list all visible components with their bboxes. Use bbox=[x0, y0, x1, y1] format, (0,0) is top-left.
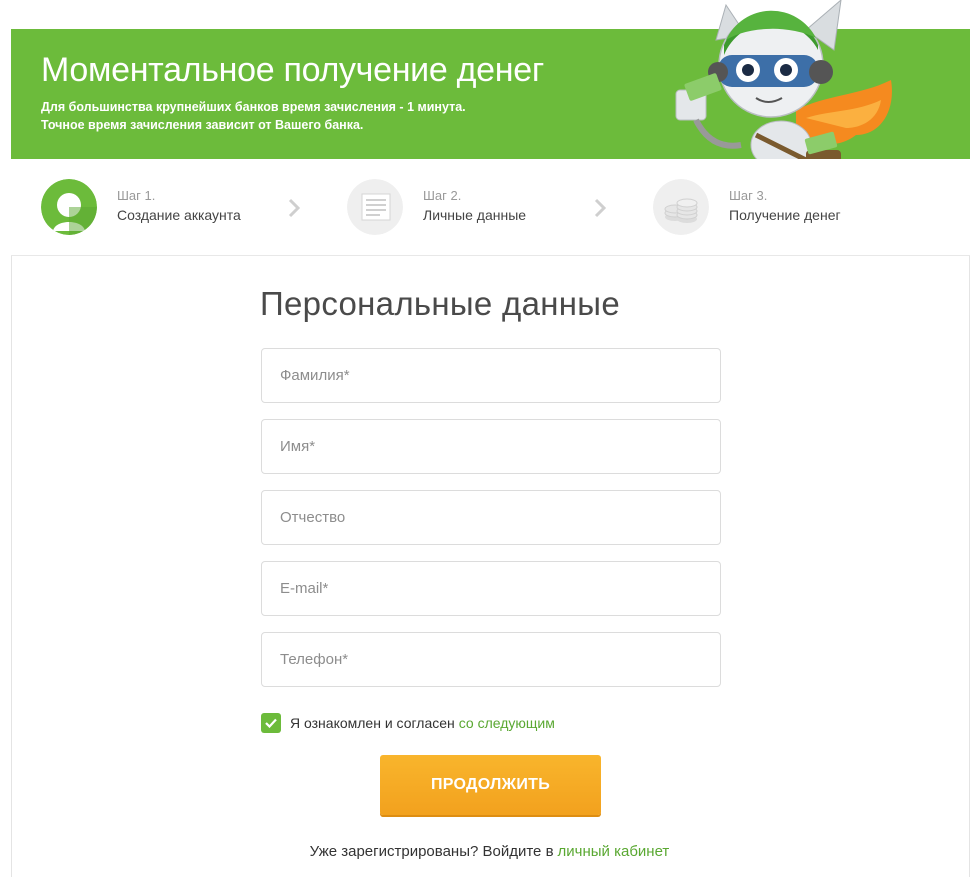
step-text: Шаг 1. Создание аккаунта bbox=[117, 187, 241, 225]
banner-title: Моментальное получение денег bbox=[41, 51, 544, 89]
banner-subtitle: Для большинства крупнейших банков время … bbox=[41, 98, 466, 134]
step-number: Шаг 3. bbox=[729, 188, 768, 203]
personal-account-link[interactable]: личный кабинет bbox=[558, 843, 670, 860]
terms-link[interactable]: со следующим bbox=[459, 715, 555, 731]
email-field[interactable] bbox=[261, 561, 721, 616]
firstname-field[interactable] bbox=[261, 419, 721, 474]
step-text: Шаг 2. Личные данные bbox=[423, 187, 526, 225]
phone-field[interactable] bbox=[261, 632, 721, 687]
step-number: Шаг 1. bbox=[117, 188, 156, 203]
user-icon bbox=[41, 179, 97, 235]
lastname-field[interactable] bbox=[261, 348, 721, 403]
header-banner: Моментальное получение денег Для большин… bbox=[11, 0, 970, 180]
login-prompt: Уже зарегистрированы? Войдите в личный ка… bbox=[0, 843, 979, 860]
patronymic-field[interactable] bbox=[261, 490, 721, 545]
step-label: Создание аккаунта bbox=[117, 207, 241, 223]
banner-subtitle-line: Для большинства крупнейших банков время … bbox=[41, 100, 466, 114]
chevron-right-icon bbox=[594, 198, 607, 218]
step-label: Личные данные bbox=[423, 207, 527, 223]
progress-steps: Шаг 1. Создание аккаунта Шаг 2. Личные д… bbox=[11, 159, 970, 256]
document-icon bbox=[347, 179, 403, 235]
step-number: Шаг 2. bbox=[423, 188, 462, 203]
continue-button[interactable]: ПРОДОЛЖИТЬ bbox=[380, 755, 601, 815]
login-prompt-text: Уже зарегистрированы? Войдите в bbox=[309, 843, 554, 860]
form-title: Персональные данные bbox=[260, 285, 620, 322]
step-text: Шаг 3. Получение денег bbox=[729, 187, 841, 225]
agreement-checkbox[interactable] bbox=[261, 713, 281, 733]
checkmark-icon bbox=[265, 718, 277, 728]
step-label: Получение денег bbox=[729, 207, 841, 223]
coins-icon bbox=[653, 179, 709, 235]
agreement-row: Я ознакомлен и согласен со следующим bbox=[261, 712, 555, 734]
banner-subtitle-line: Точное время зачисления зависит от Вашег… bbox=[41, 118, 364, 132]
agreement-text: Я ознакомлен и согласен bbox=[290, 715, 455, 731]
chevron-right-icon bbox=[288, 198, 301, 218]
